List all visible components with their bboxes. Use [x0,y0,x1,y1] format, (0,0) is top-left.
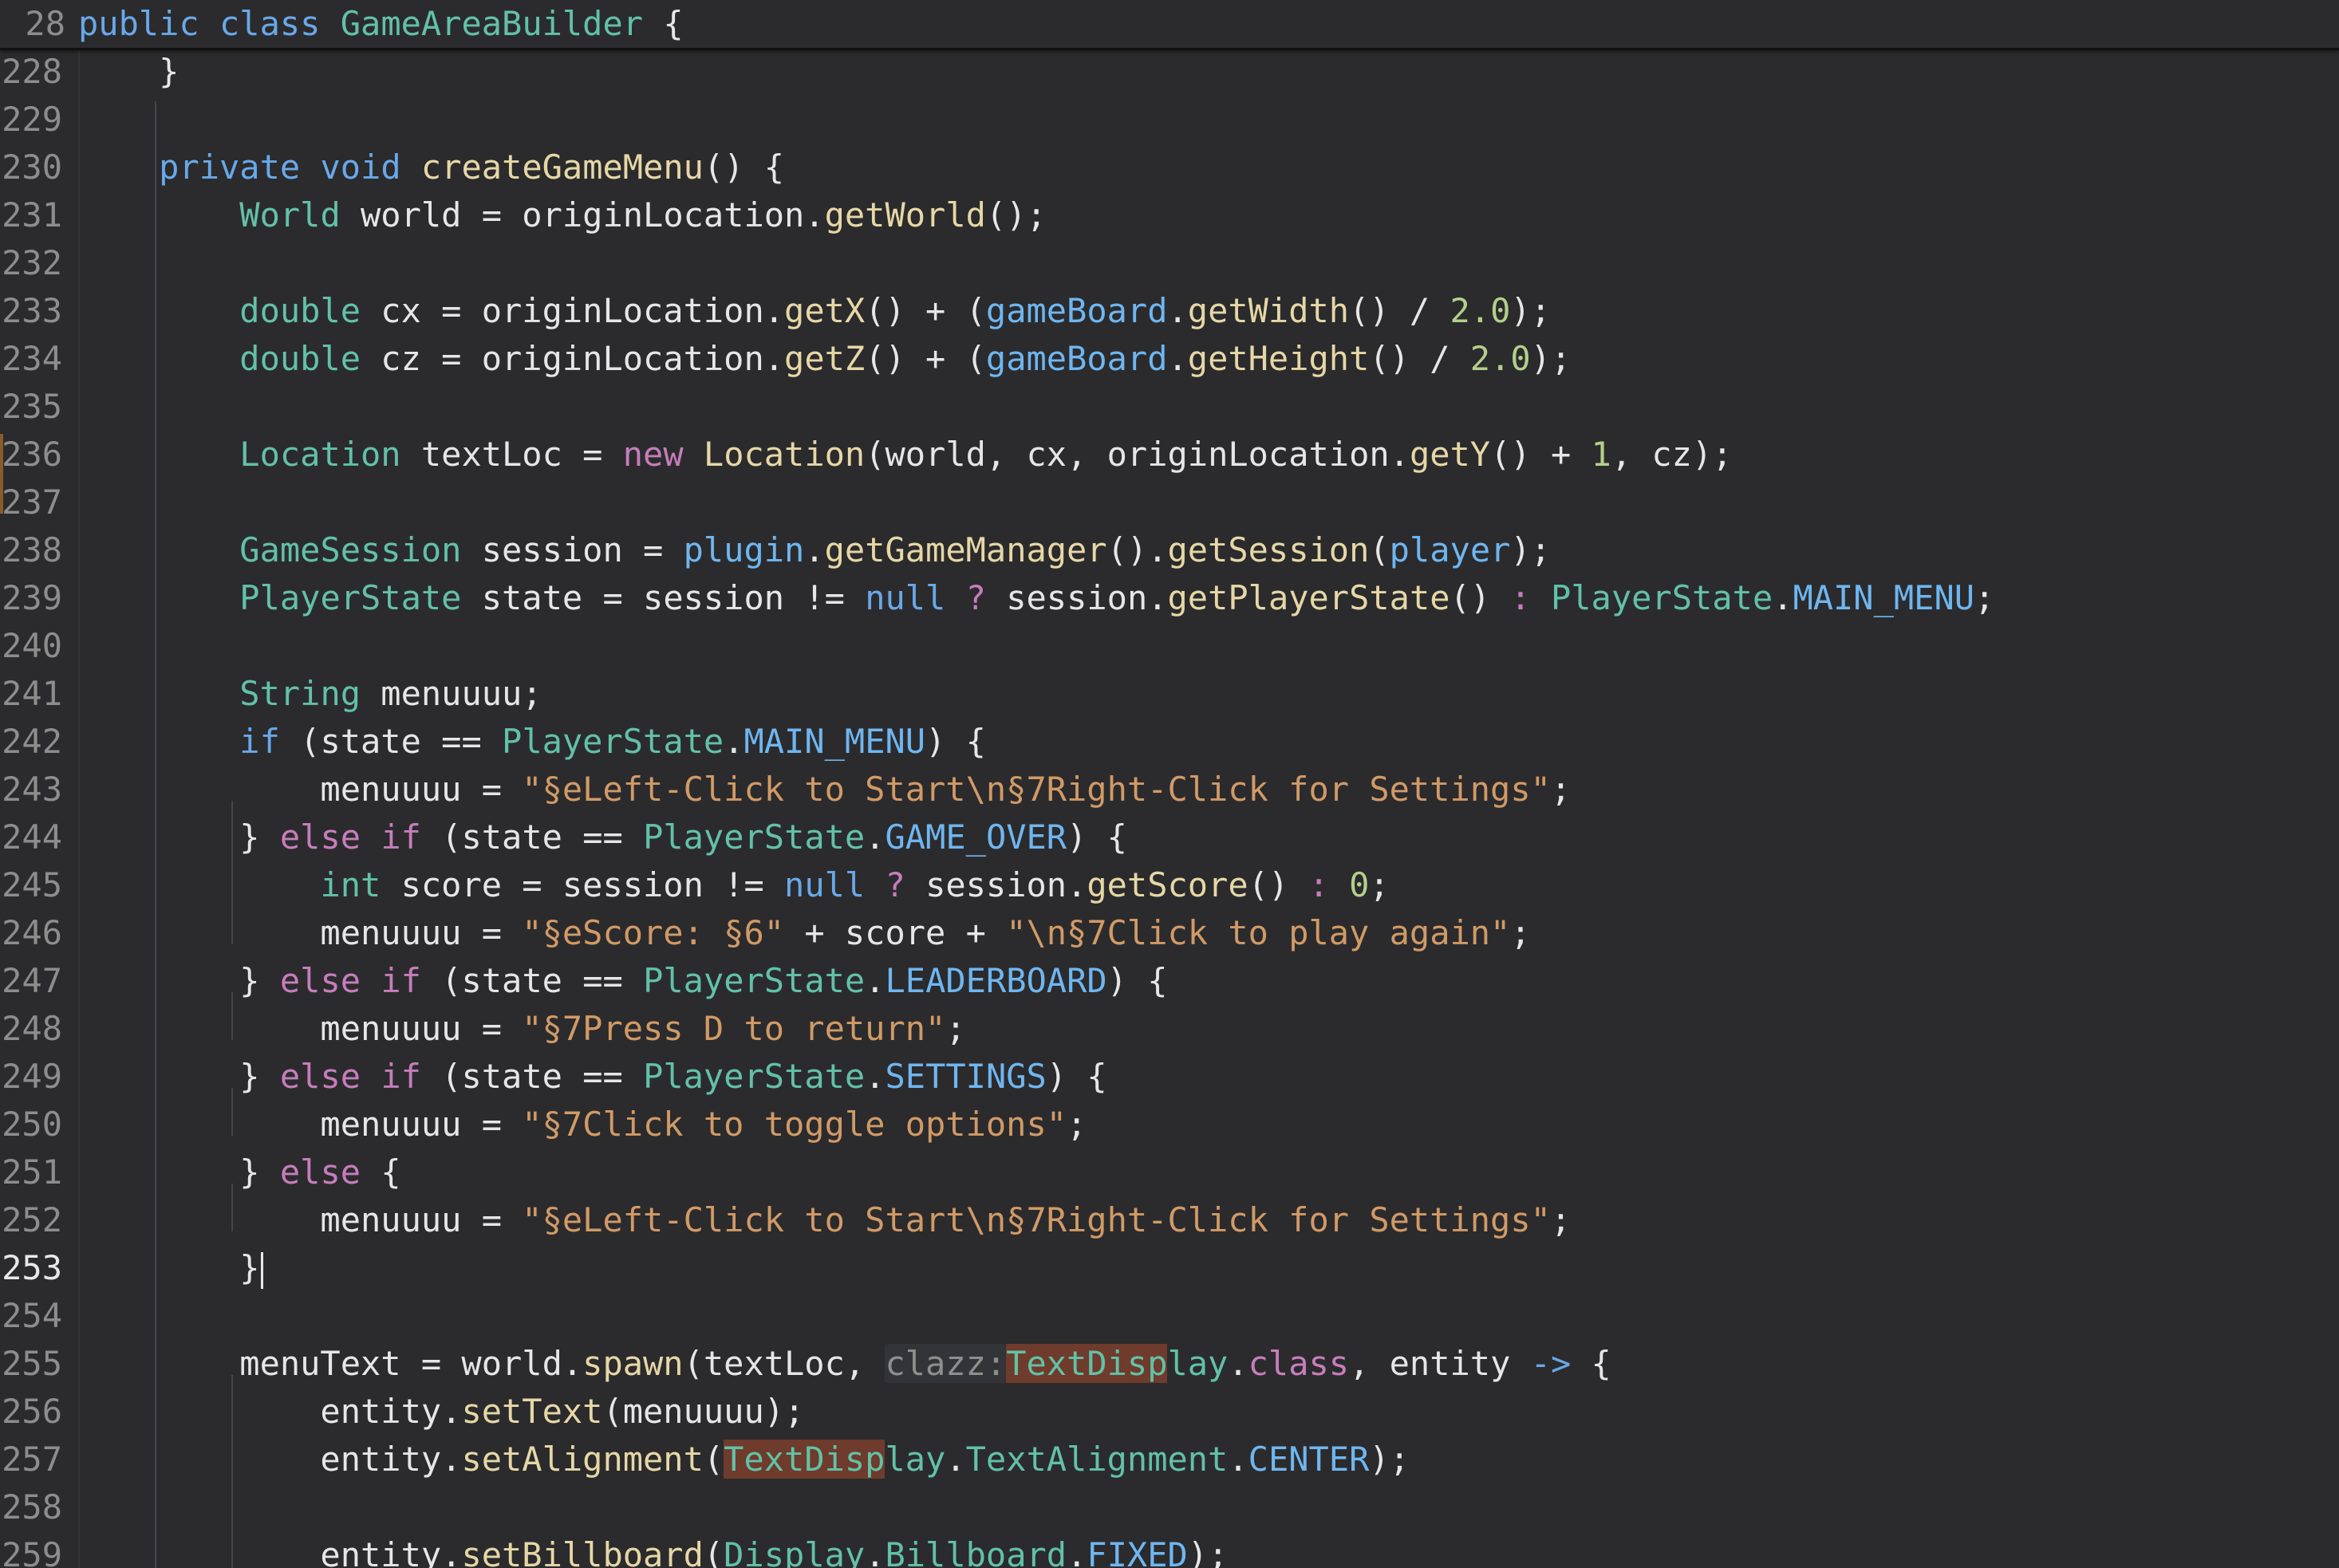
code-line[interactable]: 255 menuText = world.spawn(textLoc, claz… [0,1340,2339,1388]
line-code[interactable]: menuuuu = "§eLeft-Click to Start\n§7Righ… [78,766,1571,814]
line-number: 258 [2,1487,62,1527]
line-code[interactable]: } else if (state == PlayerState.SETTINGS… [78,1053,1106,1101]
code-line[interactable]: 248 menuuuu = "§7Press D to return"; [0,1005,2339,1053]
line-number: 252 [2,1200,62,1239]
code-line[interactable]: 233 double cx = originLocation.getX() + … [0,287,2339,335]
line-number: 237 [2,483,62,522]
code-line[interactable]: 240 [0,622,2339,670]
text-cursor [260,1251,263,1289]
code-line[interactable]: 245 int score = session != null ? sessio… [0,861,2339,909]
line-code[interactable]: GameSession session = plugin.getGameMana… [78,526,1551,574]
line-number: 244 [2,817,62,857]
code-line[interactable]: 239 PlayerState state = session != null … [0,574,2339,622]
line-number: 242 [2,722,62,761]
line-code[interactable]: } else if (state == PlayerState.GAME_OVE… [78,814,1127,861]
code-line[interactable]: 249 } else if (state == PlayerState.SETT… [0,1053,2339,1101]
code-line[interactable]: 237 [0,479,2339,526]
line-code[interactable]: } else { [78,1148,400,1196]
line-number: 247 [2,961,62,1000]
line-number: 256 [2,1392,62,1431]
code-line[interactable]: 232 [0,239,2339,287]
code-line[interactable]: 247 } else if (state == PlayerState.LEAD… [0,957,2339,1005]
sticky-class-declaration[interactable]: public class GameAreaBuilder { [78,0,684,48]
line-number: 232 [2,243,62,282]
line-code[interactable]: if (state == PlayerState.MAIN_MENU) { [78,718,986,766]
code-line[interactable]: 252 menuuuu = "§eLeft-Click to Start\n§7… [0,1196,2339,1244]
code-line[interactable]: 229 [0,96,2339,144]
code-line[interactable]: 234 double cz = originLocation.getZ() + … [0,335,2339,383]
line-number: 257 [2,1440,62,1479]
line-number: 248 [2,1009,62,1048]
line-code[interactable]: } [78,1244,263,1292]
code-line[interactable]: 256 entity.setText(menuuuu); [0,1388,2339,1436]
line-number: 254 [2,1296,62,1335]
line-number: 238 [2,530,62,569]
code-line[interactable]: 235 [0,383,2339,431]
code-line[interactable]: 259 entity.setBillboard(Display.Billboar… [0,1531,2339,1568]
line-number: 243 [2,770,62,809]
line-number: 231 [2,195,62,234]
line-number: 255 [2,1344,62,1383]
code-line[interactable]: 250 menuuuu = "§7Click to toggle options… [0,1101,2339,1148]
line-number: 241 [2,674,62,713]
code-line[interactable]: 228 } [0,48,2339,96]
code-line[interactable]: 244 } else if (state == PlayerState.GAME… [0,814,2339,861]
line-number: 250 [2,1105,62,1144]
parameter-hint: clazz: [885,1344,1007,1383]
sticky-line-number: 28 [25,4,65,43]
line-number: 253 [2,1248,62,1287]
line-code[interactable]: double cz = originLocation.getZ() + (gam… [78,335,1571,383]
line-number: 240 [2,626,62,665]
code-line[interactable]: 246 menuuuu = "§eScore: §6" + score + "\… [0,909,2339,957]
line-code[interactable]: int score = session != null ? session.ge… [78,861,1389,909]
line-code[interactable]: double cx = originLocation.getX() + (gam… [78,287,1551,335]
line-code[interactable]: String menuuuu; [78,670,542,718]
line-number: 251 [2,1152,62,1192]
code-line[interactable]: 251 } else { [0,1148,2339,1196]
line-number: 245 [2,865,62,904]
code-editor[interactable]: 28 public class GameAreaBuilder { 228 } … [0,0,2339,1568]
code-line[interactable]: 241 String menuuuu; [0,670,2339,718]
line-number: 236 [2,435,62,474]
line-number: 233 [2,291,62,330]
line-code[interactable]: menuuuu = "§7Press D to return"; [78,1005,965,1053]
code-line-current[interactable]: 253 } [0,1244,2339,1292]
code-line[interactable]: 254 [0,1292,2339,1340]
line-number: 235 [2,387,62,426]
line-code[interactable]: entity.setBillboard(Display.Billboard.FI… [78,1531,1228,1568]
line-code[interactable]: World world = originLocation.getWorld(); [78,191,1046,239]
line-code[interactable]: entity.setText(menuuuu); [78,1388,804,1436]
code-line[interactable]: 231 World world = originLocation.getWorl… [0,191,2339,239]
line-code[interactable]: menuText = world.spawn(textLoc, clazz:Te… [78,1340,1611,1388]
line-code[interactable]: PlayerState state = session != null ? se… [78,574,1994,622]
code-line[interactable]: 258 [0,1483,2339,1531]
code-line[interactable]: 243 menuuuu = "§eLeft-Click to Start\n§7… [0,766,2339,814]
line-code[interactable]: entity.setAlignment(TextDisplay.TextAlig… [78,1436,1410,1483]
sticky-scroll-header[interactable]: 28 public class GameAreaBuilder { [0,0,2339,50]
line-code[interactable]: } else if (state == PlayerState.LEADERBO… [78,957,1167,1005]
line-code[interactable]: menuuuu = "§7Click to toggle options"; [78,1101,1087,1148]
line-number: 239 [2,578,62,617]
line-code[interactable]: private void createGameMenu() { [78,144,784,191]
code-line[interactable]: 238 GameSession session = plugin.getGame… [0,526,2339,574]
code-line[interactable]: 257 entity.setAlignment(TextDisplay.Text… [0,1436,2339,1483]
line-number: 246 [2,913,62,952]
code-line[interactable]: 242 if (state == PlayerState.MAIN_MENU) … [0,718,2339,766]
line-code[interactable]: } [78,48,179,96]
line-code[interactable]: Location textLoc = new Location(world, c… [78,431,1732,479]
line-number: 259 [2,1535,62,1568]
code-line[interactable]: 236 Location textLoc = new Location(worl… [0,431,2339,479]
code-line[interactable]: 230 private void createGameMenu() { [0,144,2339,191]
line-code[interactable]: menuuuu = "§eLeft-Click to Start\n§7Righ… [78,1196,1571,1244]
line-number: 249 [2,1057,62,1096]
line-number: 234 [2,339,62,378]
line-code[interactable]: menuuuu = "§eScore: §6" + score + "\n§7C… [78,909,1530,957]
